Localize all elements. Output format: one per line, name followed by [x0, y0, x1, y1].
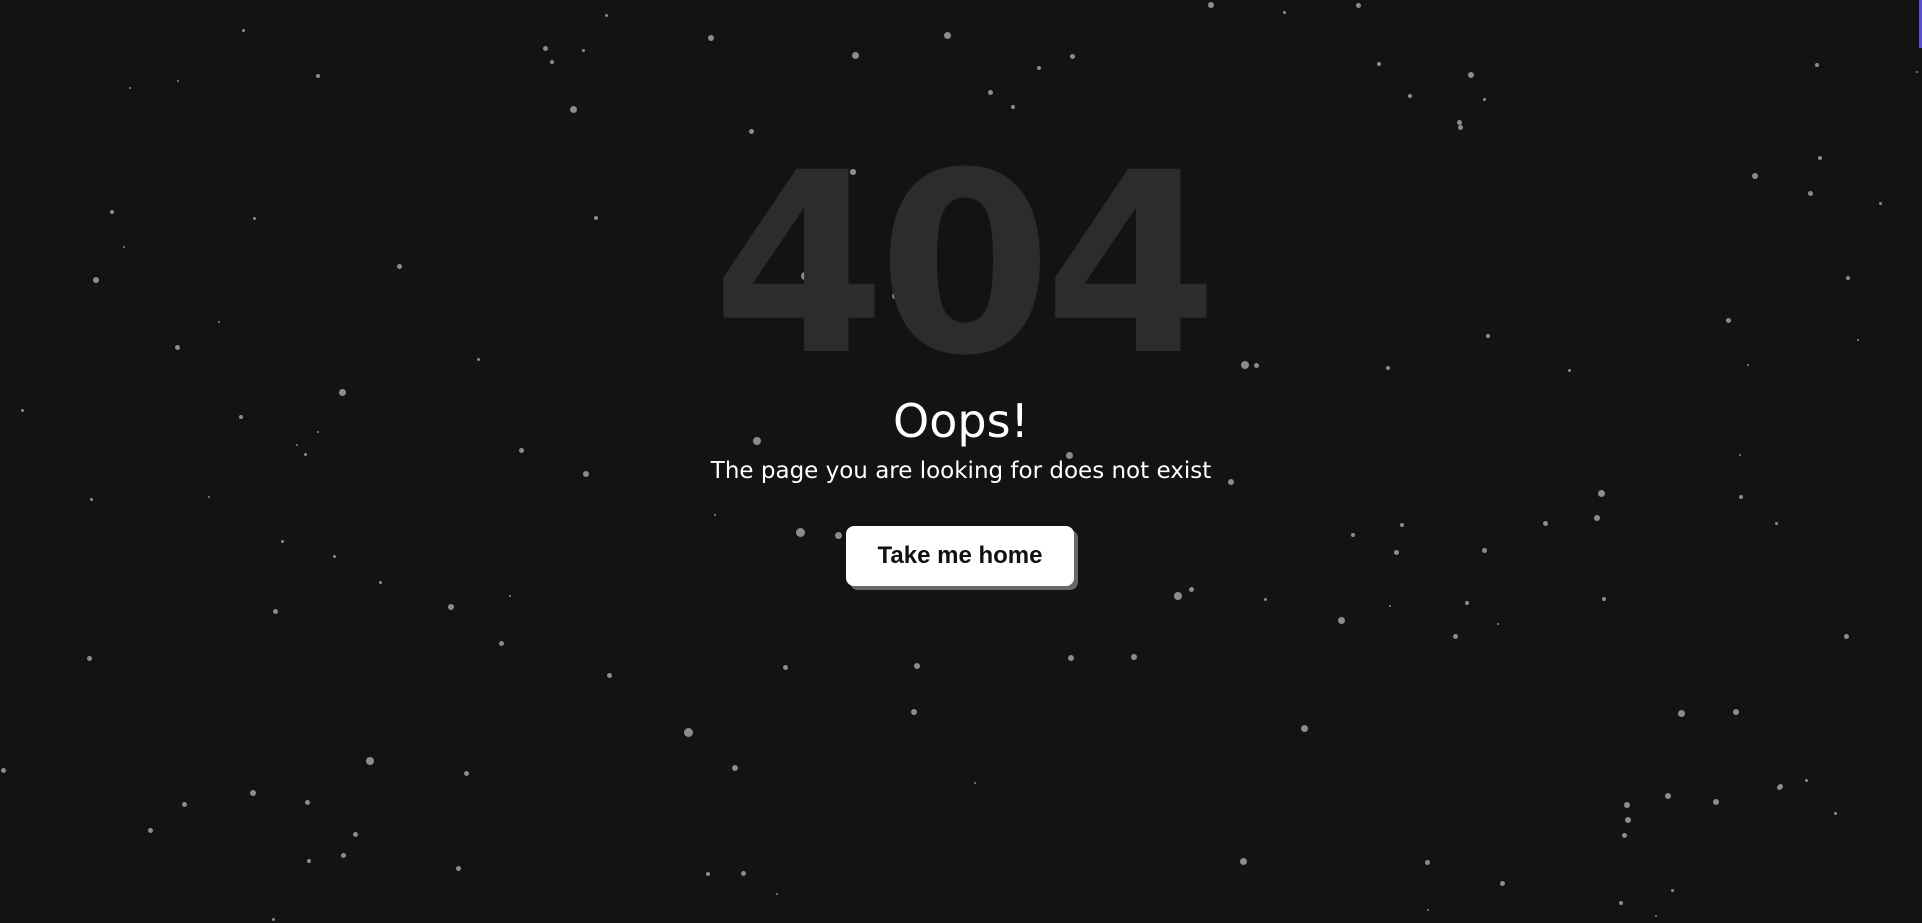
error-page: 404 Oops! The page you are looking for d…	[0, 0, 1922, 923]
take-me-home-button[interactable]: Take me home	[846, 526, 1074, 586]
error-content: 404 Oops! The page you are looking for d…	[0, 0, 1922, 923]
error-code: 404	[712, 119, 1218, 410]
error-title: Oops!	[893, 394, 1029, 448]
error-message: The page you are looking for does not ex…	[710, 458, 1212, 484]
